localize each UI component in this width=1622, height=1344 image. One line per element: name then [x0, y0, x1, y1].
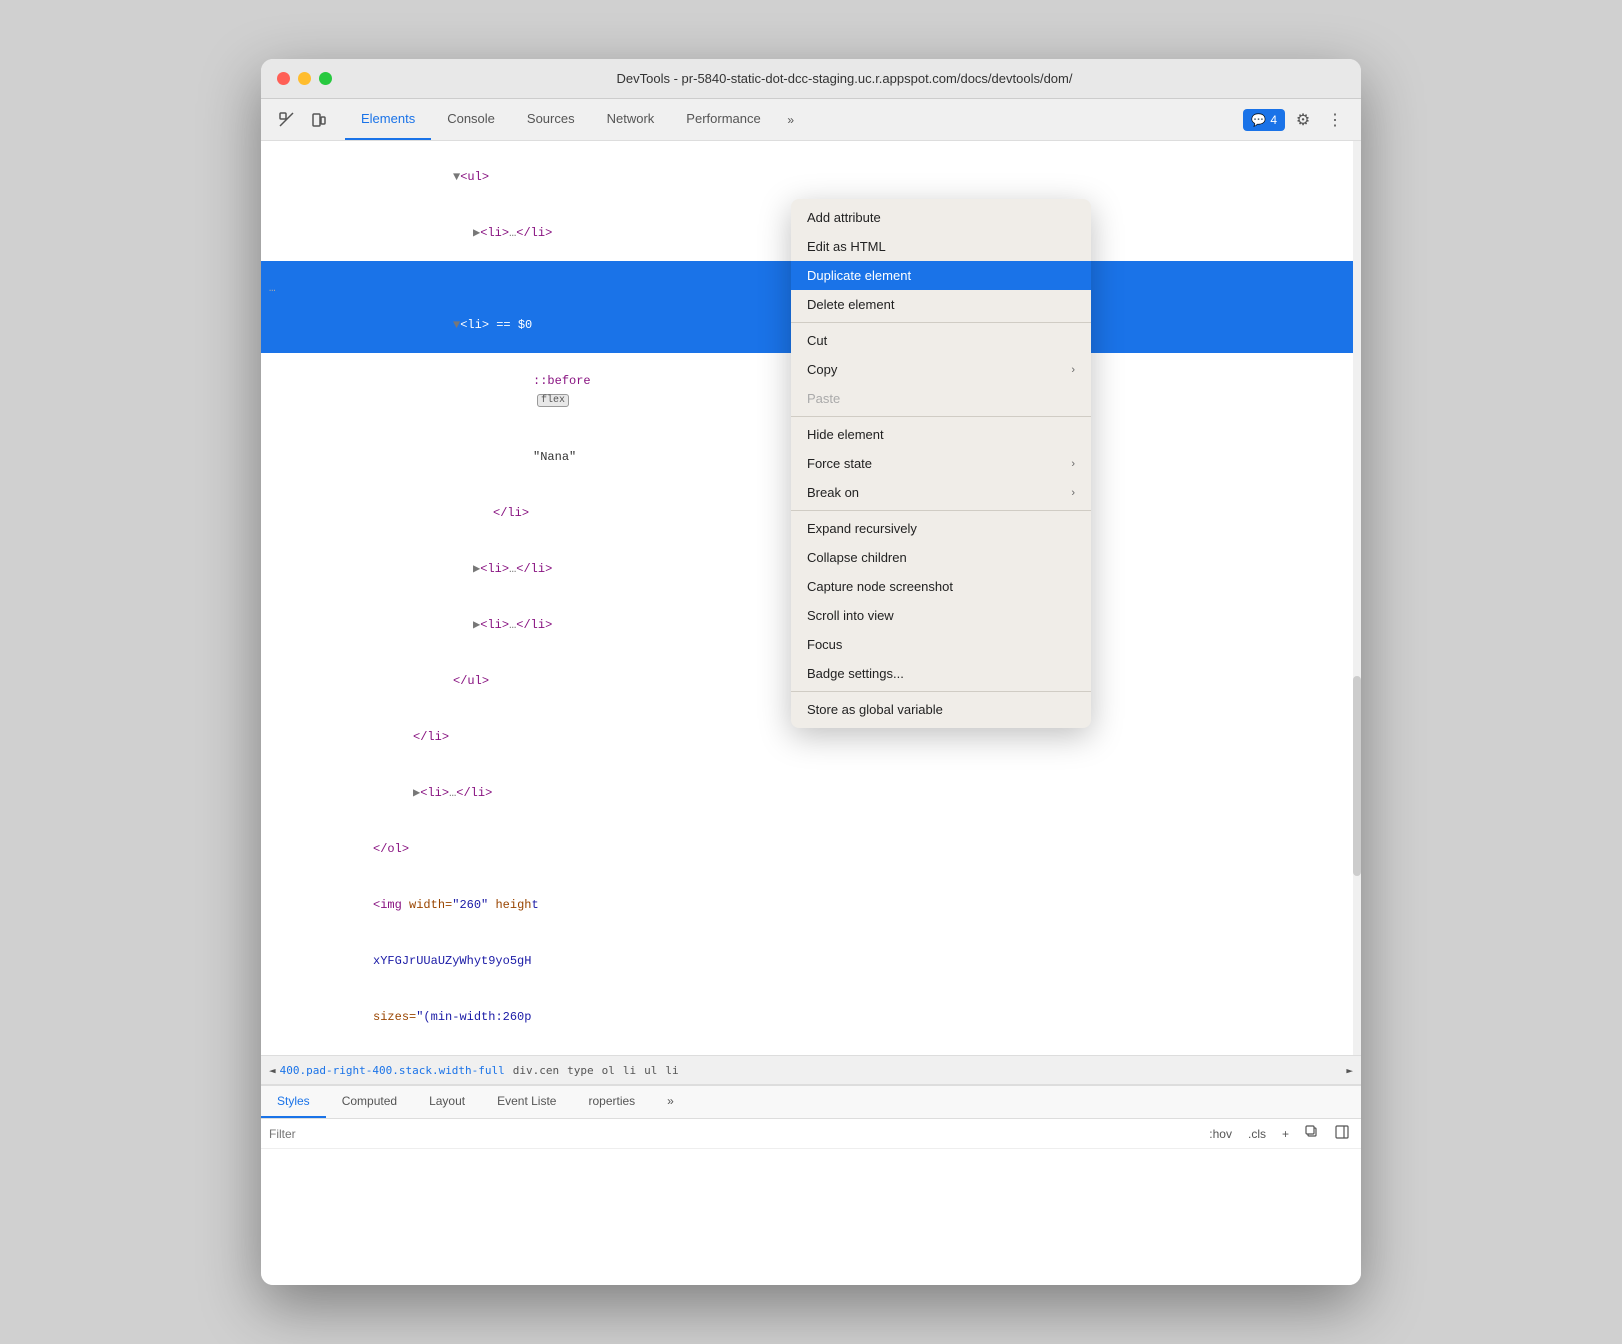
breadcrumb-next[interactable]: ► — [1346, 1064, 1353, 1077]
scrollbar[interactable] — [1353, 141, 1361, 1055]
close-button[interactable] — [277, 72, 290, 85]
menu-separator — [791, 416, 1091, 417]
menu-item-capture-screenshot[interactable]: Capture node screenshot — [791, 572, 1091, 601]
tab-more-styles[interactable]: » — [651, 1086, 690, 1118]
tab-network[interactable]: Network — [591, 99, 671, 140]
message-icon: 💬 — [1251, 113, 1266, 127]
dom-line[interactable]: </ol> — [261, 821, 1361, 877]
tab-sources[interactable]: Sources — [511, 99, 591, 140]
dom-line[interactable]: ▼<ul> — [261, 149, 1361, 205]
menu-item-collapse-children[interactable]: Collapse children — [791, 543, 1091, 572]
menu-item-hide-element[interactable]: Hide element — [791, 420, 1091, 449]
dom-panel-wrapper: ▼<ul> ▶<li>…</li> … ▼<li> == $0 ::before… — [261, 141, 1361, 1055]
styles-filter-bar: :hov .cls + — [261, 1119, 1361, 1149]
breadcrumb-bar: ◄ 400.pad-right-400.stack.width-full div… — [261, 1055, 1361, 1085]
device-icon[interactable] — [305, 106, 333, 134]
context-menu: Add attribute Edit as HTML Duplicate ele… — [791, 199, 1091, 728]
dom-panel[interactable]: ▼<ul> ▶<li>…</li> … ▼<li> == $0 ::before… — [261, 141, 1361, 1055]
tab-performance[interactable]: Performance — [670, 99, 776, 140]
menu-item-add-attribute[interactable]: Add attribute — [791, 203, 1091, 232]
breadcrumb-item-li[interactable]: li — [623, 1064, 636, 1077]
traffic-lights — [277, 72, 332, 85]
dom-dots: … — [269, 280, 276, 298]
menu-separator — [791, 322, 1091, 323]
messages-badge[interactable]: 💬 4 — [1243, 109, 1285, 131]
submenu-arrow-icon: › — [1071, 458, 1075, 470]
breadcrumb-item-type[interactable]: type — [567, 1064, 594, 1077]
dom-line[interactable]: ▶<li>…</li> — [261, 765, 1361, 821]
menu-item-badge-settings[interactable]: Badge settings... — [791, 659, 1091, 688]
scrollbar-thumb[interactable] — [1353, 676, 1361, 876]
menu-item-paste: Paste — [791, 384, 1091, 413]
menu-item-focus[interactable]: Focus — [791, 630, 1091, 659]
toolbar-icons — [273, 106, 333, 134]
tab-computed[interactable]: Computed — [326, 1086, 413, 1118]
menu-item-duplicate-element[interactable]: Duplicate element — [791, 261, 1091, 290]
breadcrumb-item-0[interactable]: 400.pad-right-400.stack.width-full — [280, 1064, 505, 1077]
toolbar-right: 💬 4 ⚙ ⋮ — [1243, 106, 1349, 134]
dom-line[interactable]: <img width="260" height — [261, 877, 1361, 933]
titlebar: DevTools - pr-5840-static-dot-dcc-stagin… — [261, 59, 1361, 99]
menu-item-delete-element[interactable]: Delete element — [791, 290, 1091, 319]
cls-button[interactable]: .cls — [1244, 1125, 1270, 1143]
filter-actions: :hov .cls + — [1205, 1123, 1353, 1144]
breadcrumb-item-ul[interactable]: ul — [644, 1064, 657, 1077]
dom-line[interactable]: xYFGJrUUaUZyWhyt9yo5gH — [261, 933, 1361, 989]
more-options-icon[interactable]: ⋮ — [1321, 106, 1349, 134]
devtools-body: ▼<ul> ▶<li>…</li> … ▼<li> == $0 ::before… — [261, 141, 1361, 1285]
breadcrumb-item-1[interactable]: div.cen — [513, 1064, 559, 1077]
tab-elements[interactable]: Elements — [345, 99, 431, 140]
breadcrumb-item-ol[interactable]: ol — [602, 1064, 615, 1077]
menu-item-cut[interactable]: Cut — [791, 326, 1091, 355]
dom-line[interactable]: sizes="(min-width:260p — [261, 989, 1361, 1045]
tab-console[interactable]: Console — [431, 99, 511, 140]
menu-item-scroll-into-view[interactable]: Scroll into view — [791, 601, 1091, 630]
menu-separator — [791, 691, 1091, 692]
minimize-button[interactable] — [298, 72, 311, 85]
toolbar: Elements Console Sources Network Perform… — [261, 99, 1361, 141]
breadcrumb-prev[interactable]: ◄ — [269, 1064, 276, 1077]
tab-styles[interactable]: Styles — [261, 1086, 326, 1118]
more-tabs-icon[interactable]: » — [777, 106, 805, 134]
settings-icon[interactable]: ⚙ — [1289, 106, 1317, 134]
hov-button[interactable]: :hov — [1205, 1125, 1236, 1143]
filter-input[interactable] — [269, 1127, 1197, 1141]
dom-line[interactable]: decoding="async" alt="ted in drop-down — [261, 1045, 1361, 1055]
menu-item-edit-html[interactable]: Edit as HTML — [791, 232, 1091, 261]
submenu-arrow-icon: › — [1071, 364, 1075, 376]
inspect-icon[interactable] — [273, 106, 301, 134]
menu-item-force-state[interactable]: Force state › — [791, 449, 1091, 478]
tab-event-listeners[interactable]: Event Liste — [481, 1086, 572, 1118]
add-style-button[interactable]: + — [1278, 1125, 1293, 1143]
tab-properties[interactable]: roperties — [572, 1086, 651, 1118]
breadcrumb-item-li2[interactable]: li — [665, 1064, 678, 1077]
fullscreen-button[interactable] — [319, 72, 332, 85]
tab-layout[interactable]: Layout — [413, 1086, 481, 1118]
menu-separator — [791, 510, 1091, 511]
styles-tabs: Styles Computed Layout Event Liste roper… — [261, 1086, 1361, 1119]
window-title: DevTools - pr-5840-static-dot-dcc-stagin… — [344, 71, 1345, 86]
copy-styles-button[interactable] — [1301, 1123, 1323, 1144]
menu-item-break-on[interactable]: Break on › — [791, 478, 1091, 507]
menu-item-store-global[interactable]: Store as global variable — [791, 695, 1091, 724]
toggle-sidebar-button[interactable] — [1331, 1123, 1353, 1144]
toolbar-tabs: Elements Console Sources Network Perform… — [345, 99, 1239, 140]
menu-item-copy[interactable]: Copy › — [791, 355, 1091, 384]
devtools-window: DevTools - pr-5840-static-dot-dcc-stagin… — [261, 59, 1361, 1285]
menu-item-expand-recursively[interactable]: Expand recursively — [791, 514, 1091, 543]
flex-badge: flex — [537, 394, 569, 407]
submenu-arrow-icon: › — [1071, 487, 1075, 499]
styles-panel: Styles Computed Layout Event Liste roper… — [261, 1085, 1361, 1285]
